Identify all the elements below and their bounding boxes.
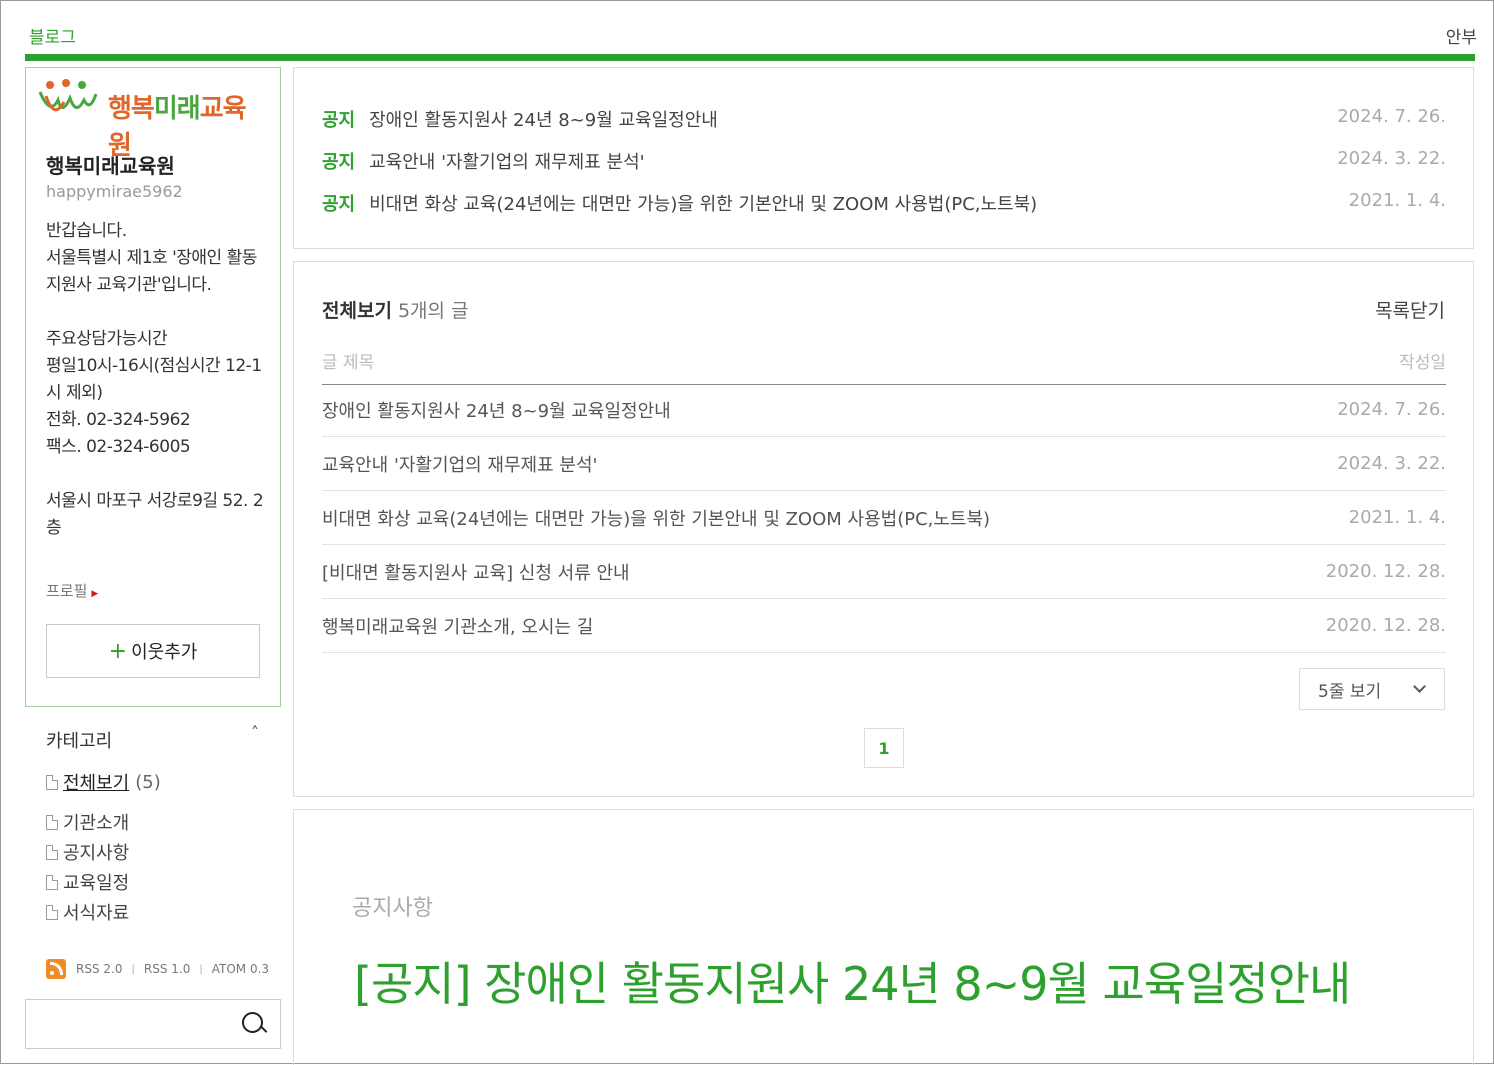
pagination-page[interactable]: 1 [864, 728, 904, 768]
header-divider [25, 54, 1475, 61]
rows-per-page-select[interactable]: 5줄 보기 [1299, 668, 1445, 710]
logo: 행복미래교육원 [36, 76, 266, 161]
atom-link[interactable]: ATOM 0.3 [212, 962, 269, 976]
post-category[interactable]: 공지사항 [352, 890, 433, 922]
plus-icon: + [108, 638, 128, 664]
category-title: 카테고리 [46, 731, 113, 752]
post-list-panel: 전체보기 5개의 글 목록닫기 글 제목 작성일 장애인 활동지원사 24년 8~… [293, 261, 1474, 797]
blog-owner-name[interactable]: 행복미래교육원 [46, 150, 175, 179]
blog-intro: 반갑습니다. 서울특별시 제1호 '장애인 활동지원사 교육기관'입니다. 주요… [46, 221, 264, 538]
close-list-button[interactable]: 목록닫기 [1375, 296, 1445, 323]
feed-links: RSS 2.0 | RSS 1.0 | ATOM 0.3 [46, 959, 269, 979]
category-item-all[interactable]: 전체보기 (5) [46, 769, 161, 795]
document-icon [46, 844, 58, 860]
category-item-schedule[interactable]: 교육일정 [46, 869, 129, 895]
rss2-link[interactable]: RSS 2.0 [76, 962, 122, 976]
list-item[interactable]: 행복미래교육원 기관소개, 오시는 길 2020. 12. 28. [322, 599, 1446, 653]
collapse-icon[interactable]: ˄ [251, 723, 259, 742]
rss1-link[interactable]: RSS 1.0 [144, 962, 190, 976]
profile-link[interactable]: 프로필 ▶ [46, 580, 98, 601]
category-item-about[interactable]: 기관소개 [46, 809, 129, 835]
list-item[interactable]: 장애인 활동지원사 24년 8~9월 교육일정안내 2024. 7. 26. [322, 383, 1446, 437]
search-input[interactable] [25, 999, 281, 1049]
logo-figures-icon [38, 79, 98, 112]
notice-item[interactable]: 공지 비대면 화상 교육(24년에는 대면만 가능)을 위한 기본안내 및 ZOO… [322, 190, 1446, 216]
list-column-header: 글 제목 작성일 [322, 348, 1446, 385]
post-panel: 공지사항 [공지] 장애인 활동지원사 24년 8~9월 교육일정안내 [293, 809, 1474, 1065]
document-icon [46, 904, 58, 920]
neighbor-link[interactable]: 안부 [1446, 23, 1477, 48]
search-icon[interactable] [242, 1012, 266, 1036]
notice-item[interactable]: 공지 교육안내 '자활기업의 재무제표 분석' 2024. 3. 22. [322, 148, 1446, 174]
list-item[interactable]: 교육안내 '자활기업의 재무제표 분석' 2024. 3. 22. [322, 437, 1446, 491]
blog-owner-id: happymirae5962 [46, 182, 183, 201]
document-icon [46, 774, 58, 790]
list-item[interactable]: [비대면 활동지원사 교육] 신청 서류 안내 2020. 12. 28. [322, 545, 1446, 599]
arrow-right-icon: ▶ [91, 589, 99, 599]
notice-panel: 공지 장애인 활동지원사 24년 8~9월 교육일정안내 2024. 7. 26.… [293, 67, 1474, 249]
category-item-notice[interactable]: 공지사항 [46, 839, 129, 865]
document-icon [46, 874, 58, 890]
category-item-forms[interactable]: 서식자료 [46, 899, 129, 925]
list-title: 전체보기 5개의 글 [322, 300, 469, 322]
chevron-down-icon [1413, 680, 1426, 693]
list-item[interactable]: 비대면 화상 교육(24년에는 대면만 가능)을 위한 기본안내 및 ZOOM … [322, 491, 1446, 545]
notice-item[interactable]: 공지 장애인 활동지원사 24년 8~9월 교육일정안내 2024. 7. 26. [322, 106, 1446, 132]
add-neighbor-button[interactable]: + 이웃추가 [46, 624, 260, 678]
document-icon [46, 814, 58, 830]
rss-icon[interactable] [46, 959, 66, 979]
profile-panel: 행복미래교육원 행복미래교육원 happymirae5962 반갑습니다. 서울… [25, 67, 281, 707]
post-title: [공지] 장애인 활동지원사 24년 8~9월 교육일정안내 [354, 957, 1351, 1011]
blog-brand-link[interactable]: 블로그 [29, 23, 76, 48]
